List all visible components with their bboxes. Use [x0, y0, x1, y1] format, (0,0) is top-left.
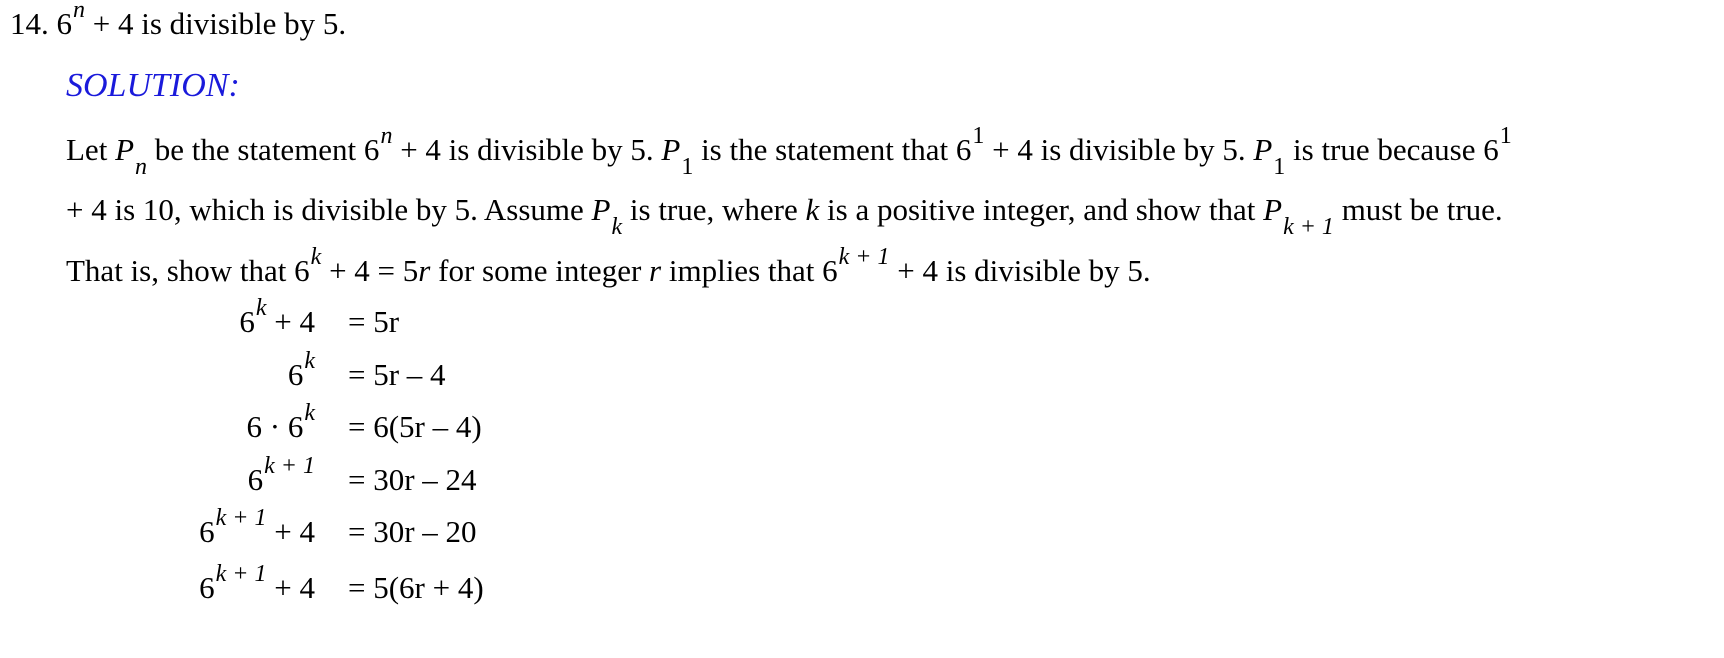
equation-left: 6 · 6k — [246, 400, 315, 452]
equation-right: = 5(6r + 4) — [348, 570, 484, 605]
var-k: k — [805, 192, 820, 227]
equation-right: = 5r – 4 — [348, 357, 446, 392]
equation-left: 6k + 1 + 4 — [199, 505, 315, 557]
equation-left: 6k — [287, 348, 315, 400]
text: is a positive integer, and show that — [819, 192, 1264, 227]
subscript: k — [611, 214, 623, 240]
equation-right: = 30r – 24 — [348, 462, 477, 497]
equation-row: 6k + 1 + 4 = 5(6r + 4) — [0, 561, 620, 613]
equation-row: 6k = 5r – 4 — [0, 348, 620, 400]
var-p: P — [115, 132, 134, 167]
eq-base: 6 · 6 — [246, 409, 304, 444]
problem-base: 6 — [56, 6, 73, 41]
equation-row: 6k + 1 = 30r – 24 — [0, 453, 620, 505]
eq-base: 6 — [287, 357, 304, 392]
eq-base: 6 — [199, 514, 215, 549]
text: for some integer — [430, 253, 650, 288]
text: + 4 is 10, which is divisible by 5. Assu… — [66, 192, 592, 227]
text: + 4 = 5 — [321, 253, 419, 288]
equation-row: 6k + 4 = 5r — [0, 295, 620, 347]
eq-exponent: k — [304, 400, 315, 426]
var-p: P — [1253, 132, 1273, 167]
eq-tail: + 4 — [266, 304, 315, 339]
equation-right: = 5r — [348, 304, 400, 339]
text: is true because 6 — [1285, 132, 1499, 167]
equation-row: 6k + 1 + 4 = 30r – 20 — [0, 505, 620, 557]
var-p: P — [591, 192, 611, 227]
problem-rest: + 4 is divisible by 5. — [85, 6, 347, 41]
eq-base: 6 — [247, 462, 264, 497]
superscript: k — [310, 244, 322, 270]
paragraph-line-1: Let Pn be the statement 6n + 4 is divisi… — [66, 123, 1512, 180]
text: + 4 is divisible by 5. — [984, 132, 1254, 167]
text: implies that 6 — [661, 253, 838, 288]
subscript: 1 — [681, 154, 694, 180]
problem-exponent: n — [73, 0, 85, 23]
eq-exponent: k + 1 — [264, 453, 315, 479]
text: + 4 is divisible by 5. — [392, 132, 662, 167]
eq-exponent: k — [255, 295, 267, 321]
problem-number: 14. — [10, 6, 49, 41]
eq-exponent: k — [304, 348, 315, 374]
superscript: k + 1 — [838, 244, 890, 270]
var-r: r — [649, 253, 662, 288]
equation-left: 6k + 1 + 4 — [199, 561, 315, 613]
subscript: 1 — [1273, 154, 1286, 180]
subscript: k + 1 — [1283, 214, 1334, 240]
eq-base: 6 — [199, 570, 215, 605]
solution-heading: SOLUTION: — [66, 67, 240, 104]
text: must be true. — [1333, 192, 1503, 227]
text: is the statement that 6 — [693, 132, 972, 167]
equation-left: 6k + 1 — [247, 453, 315, 505]
paragraph-line-3: That is, show that 6k + 4 = 5r for some … — [66, 244, 1151, 294]
eq-tail: + 4 — [266, 514, 315, 549]
problem-statement: 14. 6n + 4 is divisible by 5. — [10, 0, 347, 47]
text: Let — [66, 132, 116, 167]
var-p: P — [1263, 192, 1283, 227]
eq-tail: + 4 — [266, 570, 315, 605]
var-p: P — [661, 132, 681, 167]
eq-exponent: k + 1 — [215, 505, 267, 531]
text: + 4 is divisible by 5. — [889, 253, 1151, 288]
text: That is, show that 6 — [66, 253, 310, 288]
equation-row: 6 · 6k = 6(5r – 4) — [0, 400, 620, 452]
equation-right: = 6(5r – 4) — [348, 409, 482, 444]
eq-base: 6 — [239, 304, 255, 339]
subscript: n — [135, 154, 147, 180]
paragraph-line-2: + 4 is 10, which is divisible by 5. Assu… — [66, 190, 1503, 240]
text: be the statement 6 — [147, 132, 380, 167]
text: is true, where — [622, 192, 806, 227]
equation-right: = 30r – 20 — [348, 514, 477, 549]
superscript: n — [380, 123, 393, 149]
var-r: r — [418, 253, 431, 288]
equation-left: 6k + 4 — [239, 295, 315, 347]
superscript: 1 — [972, 123, 985, 149]
superscript: 1 — [1499, 123, 1512, 149]
eq-exponent: k + 1 — [215, 561, 267, 587]
